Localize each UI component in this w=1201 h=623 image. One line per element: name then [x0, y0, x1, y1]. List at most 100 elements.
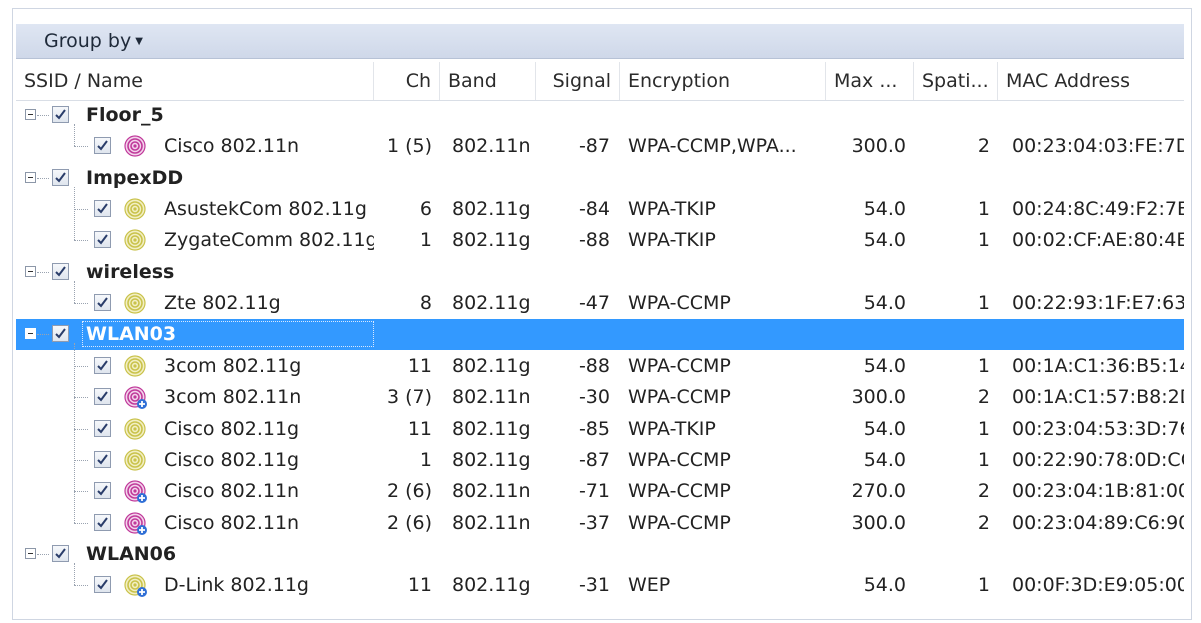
collapse-icon[interactable]: [25, 109, 36, 120]
checkbox[interactable]: [94, 137, 111, 154]
group-row[interactable]: Floor_5: [16, 100, 1184, 131]
checkbox[interactable]: [94, 388, 111, 405]
band: 802.11g: [452, 229, 531, 251]
column-header-ch[interactable]: Ch: [374, 62, 440, 100]
channel: 2 (6): [386, 480, 432, 502]
group-row[interactable]: wireless: [16, 257, 1184, 288]
signal: -87: [578, 135, 610, 157]
tree-line: [74, 585, 88, 586]
collapse-icon[interactable]: [25, 548, 36, 559]
collapse-icon[interactable]: [25, 266, 36, 277]
checkbox[interactable]: [94, 231, 111, 248]
checkbox[interactable]: [52, 106, 69, 123]
tree-line: [74, 146, 88, 147]
network-name: 3com 802.11g: [164, 355, 302, 377]
band: 802.11g: [452, 418, 531, 440]
column-header-band[interactable]: Band: [440, 62, 536, 100]
network-name: Cisco 802.11n: [164, 512, 300, 534]
band: 802.11n: [452, 386, 531, 408]
network-tree: Floor_5 Cisco 802.11n 1 (5) 802.11n -87 WPA-C…: [16, 100, 1184, 620]
signal: -84: [578, 198, 610, 220]
column-header-encryption[interactable]: Encryption: [620, 62, 826, 100]
wifi-g-icon: [124, 229, 148, 253]
network-row[interactable]: Cisco 802.11g 11 802.11g -85 WPA-TKIP 54.0 1 00…: [16, 414, 1184, 445]
encryption: WPA-TKIP: [628, 198, 716, 220]
tree-line: [74, 343, 75, 523]
checkbox[interactable]: [94, 357, 111, 374]
checkbox[interactable]: [94, 576, 111, 593]
network-row[interactable]: Cisco 802.11n 2 (6) 802.11n -71 WPA-CCMP 270.…: [16, 476, 1184, 507]
checkbox[interactable]: [52, 325, 69, 342]
network-name: AsustekCom 802.11g: [164, 198, 367, 220]
network-name: Cisco 802.11n: [164, 480, 300, 502]
encryption: WPA-CCMP: [628, 355, 731, 377]
column-header-signal[interactable]: Signal: [536, 62, 620, 100]
mac-address: 00:23:04:03:FE:7D: [1012, 135, 1184, 157]
network-row[interactable]: 3com 802.11g 11 802.11g -88 WPA-CCMP 54.0 1 00:…: [16, 351, 1184, 382]
channel: 8: [419, 292, 432, 314]
band: 802.11g: [452, 574, 531, 596]
group-name: WLAN06: [86, 543, 177, 565]
tree-line: [37, 334, 49, 335]
wifi-g-plus-icon: [124, 574, 148, 598]
max-rate: 270.0: [851, 480, 906, 502]
mac-address: 00:1A:C1:57:B8:2D: [1012, 386, 1184, 408]
tree-line: [37, 554, 49, 555]
checkbox[interactable]: [94, 451, 111, 468]
network-row[interactable]: Cisco 802.11n 1 (5) 802.11n -87 WPA-CCMP,WPA…: [16, 131, 1184, 162]
network-row[interactable]: D-Link 802.11g 11 802.11g -31 WEP 54.0 1 00:0F:…: [16, 570, 1184, 601]
network-row[interactable]: Cisco 802.11g 1 802.11g -87 WPA-CCMP 54.0 1 00:…: [16, 445, 1184, 476]
column-header-max-rate[interactable]: Max ...: [826, 62, 914, 100]
signal: -30: [578, 386, 610, 408]
mac-address: 00:1A:C1:36:B5:14: [1012, 355, 1184, 377]
signal: -37: [578, 512, 610, 534]
collapse-icon[interactable]: [25, 328, 36, 339]
group-row[interactable]: ImpexDD: [16, 163, 1184, 194]
channel: 3 (7): [386, 386, 432, 408]
tree-line: [74, 240, 88, 241]
network-row[interactable]: 3com 802.11n 3 (7) 802.11n -30 WPA-CCMP 300.0…: [16, 382, 1184, 413]
tree-line: [74, 209, 88, 210]
checkbox[interactable]: [94, 514, 111, 531]
tree-line: [74, 460, 88, 461]
channel: 1: [419, 229, 432, 251]
spatial-streams: 1: [977, 574, 990, 596]
band: 802.11n: [452, 512, 531, 534]
network-row[interactable]: Cisco 802.11n 2 (6) 802.11n -37 WPA-CCMP 300.…: [16, 508, 1184, 539]
tree-line: [37, 178, 49, 179]
wifi-g-icon: [124, 355, 148, 379]
network-name: D-Link 802.11g: [164, 574, 309, 596]
column-header-ssid[interactable]: SSID / Name: [16, 62, 374, 100]
channel: 1 (5): [386, 135, 432, 157]
network-row[interactable]: AsustekCom 802.11g 6 802.11g -84 WPA-TKIP 54.…: [16, 194, 1184, 225]
spatial-streams: 1: [977, 198, 990, 220]
encryption: WPA-TKIP: [628, 418, 716, 440]
column-header-spatial-streams[interactable]: Spati...: [914, 62, 998, 100]
max-rate: 300.0: [851, 512, 906, 534]
dropdown-arrow-icon: ▼: [135, 35, 143, 47]
network-name: Cisco 802.11g: [164, 418, 300, 440]
group-row[interactable]: WLAN06: [16, 539, 1184, 570]
max-rate: 300.0: [851, 135, 906, 157]
column-header-mac-address[interactable]: MAC Address: [998, 62, 1184, 100]
checkbox[interactable]: [94, 420, 111, 437]
spatial-streams: 2: [977, 386, 990, 408]
checkbox[interactable]: [52, 169, 69, 186]
checkbox[interactable]: [94, 294, 111, 311]
checkbox[interactable]: [52, 545, 69, 562]
max-rate: 54.0: [863, 418, 906, 440]
wifi-g-icon: [124, 418, 148, 442]
signal: -85: [578, 418, 610, 440]
network-row[interactable]: ZygateComm 802.11g 1 802.11g -88 WPA-TKIP 54.…: [16, 225, 1184, 256]
checkbox[interactable]: [52, 263, 69, 280]
group-by-button[interactable]: Group by ▼: [40, 29, 147, 53]
mac-address: 00:23:04:53:3D:76: [1012, 418, 1184, 440]
checkbox[interactable]: [94, 200, 111, 217]
group-row[interactable]: WLAN03: [16, 319, 1184, 350]
tree-line: [37, 115, 49, 116]
checkbox[interactable]: [94, 482, 111, 499]
collapse-icon[interactable]: [25, 172, 36, 183]
encryption: WPA-CCMP: [628, 292, 731, 314]
network-row[interactable]: Zte 802.11g 8 802.11g -47 WPA-CCMP 54.0 1 00:22…: [16, 288, 1184, 319]
mac-address: 00:0F:3D:E9:05:00: [1012, 574, 1184, 596]
